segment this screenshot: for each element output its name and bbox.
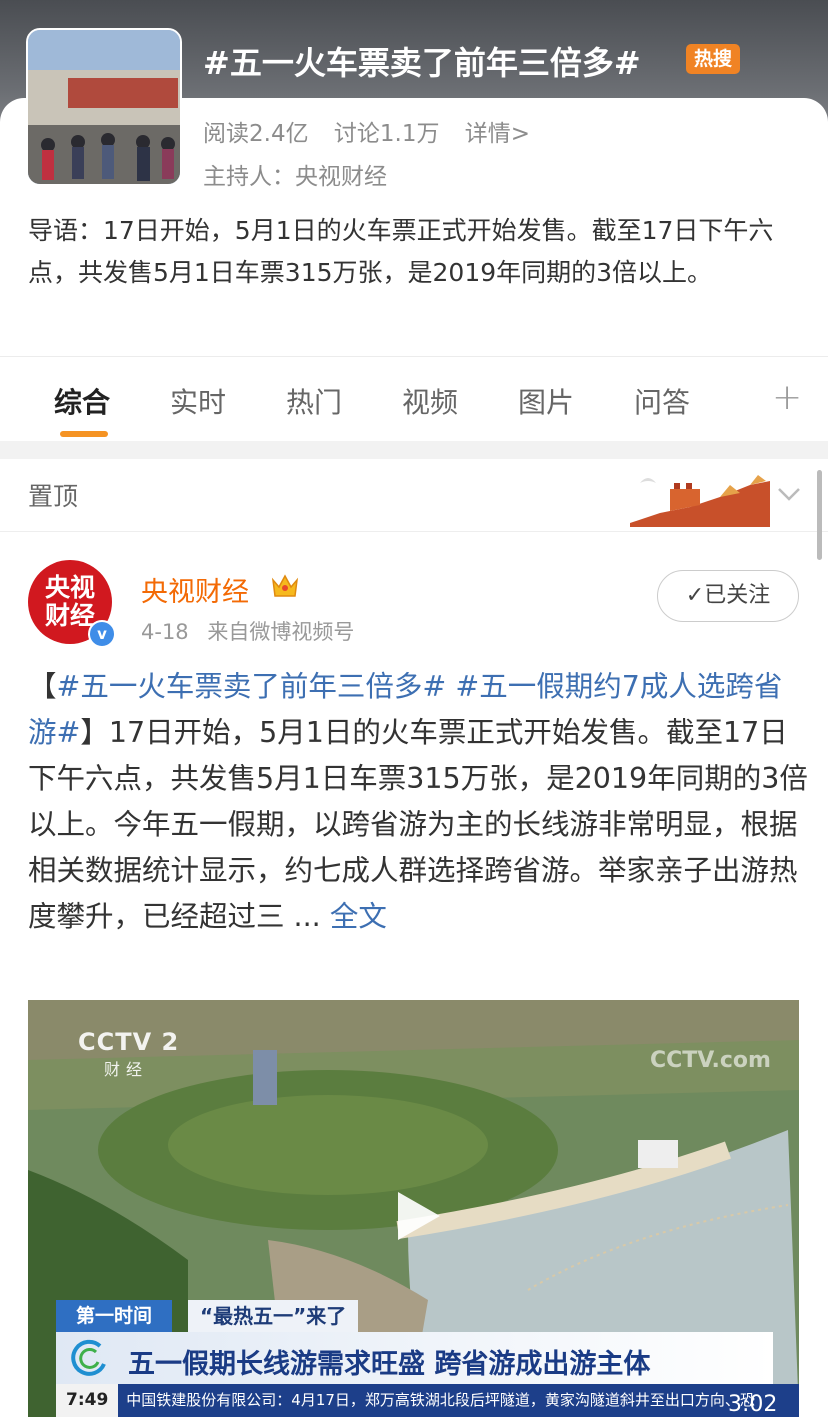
discuss-count: 讨论1.1万 — [333, 121, 440, 147]
hot-search-badge: 热搜 — [686, 44, 741, 74]
topic-title: #五一火车票卖了前年三倍多# — [203, 44, 641, 82]
news-ticker: 7:49 中国铁建股份有限公司：4月17日，郑万高铁湖北段后坪隧道，黄家沟隧道斜井… — [56, 1384, 799, 1417]
topic-tag-link[interactable]: #五一火车票卖了前年三倍多# — [57, 670, 447, 703]
tab-video[interactable]: 视频 — [402, 381, 458, 421]
post-date: 4-18 — [141, 620, 189, 644]
ticker-text: 中国铁建股份有限公司：4月17日，郑万高铁湖北段后坪隧道，黄家沟隧道斜井至出口方… — [126, 1391, 755, 1409]
topic-thumbnail[interactable] — [26, 28, 182, 186]
tab-qa[interactable]: 问答 — [634, 381, 690, 421]
ticker-time: 7:49 — [56, 1384, 119, 1417]
active-tab-indicator — [60, 431, 108, 437]
tab-comprehensive[interactable]: 综合 — [54, 381, 110, 421]
cctv-swirl-logo-icon — [71, 1339, 106, 1376]
add-tab-icon[interactable]: + — [772, 377, 802, 418]
post-meta: 4-18 来自微博视频号 — [141, 616, 366, 646]
avatar-text: 央视财经 — [44, 573, 95, 630]
post-text: 【#五一火车票卖了前年三倍多# #五一假期约7成人选跨省游#】17日开始，5月1… — [28, 664, 808, 940]
post-body: 17日开始，5月1日的火车票正式开始发售。截至17日下午六点，共发售5月1日车票… — [28, 716, 808, 933]
channel-logo-text: CCTV 2 — [78, 1028, 180, 1056]
topic-stats: 阅读2.4亿 讨论1.1万 详情> — [203, 114, 548, 148]
bracket-open: 【 — [28, 670, 57, 703]
news-tag: 第一时间 — [56, 1300, 173, 1332]
tab-hot[interactable]: 热门 — [286, 381, 342, 421]
scrollbar[interactable] — [817, 470, 822, 560]
news-headline-bar: 五一假期长线游需求旺盛 跨省游成出游主体 — [56, 1332, 773, 1384]
chevron-down-icon[interactable] — [776, 481, 802, 507]
author-name[interactable]: 央视财经 — [141, 570, 249, 609]
read-count: 阅读2.4亿 — [203, 121, 309, 147]
crown-icon — [271, 574, 299, 597]
follow-button[interactable]: ✓已关注 — [657, 570, 799, 622]
great-wall-decoration-icon — [630, 475, 770, 527]
verified-icon: v — [88, 620, 116, 648]
read-more-link[interactable]: 全文 — [330, 900, 387, 933]
cctv-channel-logo: CCTV 2 财经 — [78, 1028, 179, 1080]
topic-intro: 导语：17日开始，5月1日的火车票正式开始发售。截至17日下午六点，共发售5月1… — [28, 216, 774, 287]
tab-bar: 综合 实时 热门 视频 图片 问答 + — [0, 357, 828, 441]
topic-host[interactable]: 主持人：央视财经 — [203, 157, 387, 191]
video-player[interactable]: CCTV 2 财经 CCTV.com 第一时间 “最热五一”来了 五一假期长线游… — [28, 1000, 799, 1417]
tab-images[interactable]: 图片 — [518, 381, 574, 421]
post-source: 来自微博视频号 — [207, 620, 355, 644]
section-gap — [0, 441, 828, 459]
play-icon[interactable] — [386, 1186, 446, 1246]
news-headline: 五一假期长线游需求旺盛 跨省游成出游主体 — [128, 1349, 651, 1380]
pinned-label: 置顶 — [28, 482, 79, 511]
cctv-watermark: CCTV.com — [650, 1048, 771, 1073]
pinned-row[interactable]: 置顶 — [0, 459, 828, 532]
video-duration: 3:02 — [728, 1392, 778, 1417]
bracket-close: 】 — [80, 716, 109, 749]
tab-realtime[interactable]: 实时 — [170, 381, 226, 421]
detail-link[interactable]: 详情> — [465, 121, 530, 147]
channel-sub-text: 财经 — [104, 1060, 149, 1079]
news-subtag: “最热五一”来了 — [188, 1300, 359, 1332]
